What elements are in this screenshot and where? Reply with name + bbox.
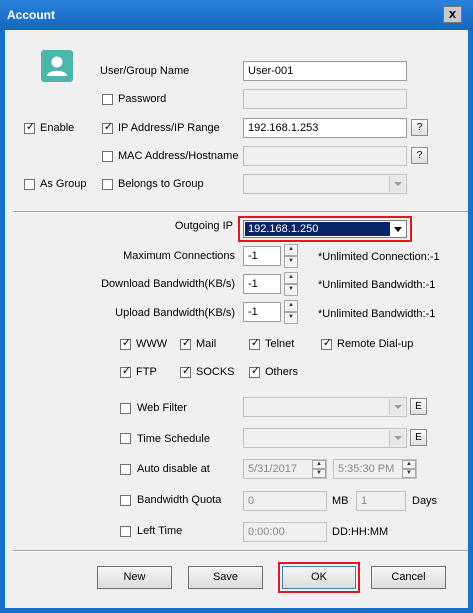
separator	[13, 211, 468, 213]
ip-address-label: IP Address/IP Range	[118, 122, 220, 134]
cancel-button[interactable]: Cancel	[371, 566, 446, 589]
web-filter-checkbox[interactable]	[120, 403, 131, 414]
upload-bandwidth-label: Upload Bandwidth(KB/s)	[115, 307, 235, 319]
enable-checkbox[interactable]: ✓	[24, 121, 35, 134]
save-button[interactable]: Save	[188, 566, 263, 589]
user-group-name-input[interactable]: User-001	[243, 61, 407, 81]
user-icon	[41, 50, 73, 82]
chevron-down-icon	[389, 430, 405, 446]
time-schedule-checkbox[interactable]	[120, 433, 131, 444]
mac-address-label: MAC Address/Hostname	[118, 150, 239, 162]
mb-unit-label: MB	[332, 495, 349, 507]
download-bandwidth-stepper[interactable]: ▲ ▼	[284, 272, 298, 296]
max-connections-stepper[interactable]: ▲ ▼	[284, 244, 298, 268]
account-dialog: Account x User/Group Name User-001 Passw…	[0, 0, 473, 613]
new-button[interactable]: New	[97, 566, 172, 589]
remote-dialup-label: Remote Dial-up	[337, 338, 414, 350]
ftp-checkbox[interactable]: ✓	[120, 365, 131, 378]
mac-address-checkbox[interactable]	[102, 151, 113, 162]
ok-button[interactable]: OK	[282, 566, 356, 589]
password-label: Password	[118, 93, 167, 105]
outgoing-ip-select[interactable]: 192.168.1.250	[243, 220, 407, 238]
password-input[interactable]	[243, 89, 407, 109]
www-checkbox[interactable]: ✓	[120, 337, 131, 350]
chevron-down-icon	[389, 399, 405, 415]
upload-bandwidth-note: *Unlimited Bandwidth:-1	[318, 308, 436, 320]
outgoing-ip-label: Outgoing IP	[174, 220, 233, 232]
auto-disable-date-stepper[interactable]: ▲ ▼	[312, 460, 326, 478]
web-filter-edit-button[interactable]: E	[410, 398, 427, 415]
auto-disable-label: Auto disable at	[137, 463, 210, 475]
left-time-checkbox[interactable]	[120, 526, 131, 537]
days-unit-label: Days	[412, 495, 438, 507]
left-time-input[interactable]: 0:00:00	[243, 522, 327, 542]
mail-label: Mail	[196, 338, 217, 350]
socks-checkbox[interactable]: ✓	[180, 365, 191, 378]
web-filter-label: Web Filter	[137, 402, 187, 414]
close-button[interactable]: x	[443, 6, 462, 23]
telnet-label: Telnet	[265, 338, 295, 350]
group-select[interactable]	[243, 174, 407, 194]
ip-help-button[interactable]: ?	[411, 119, 428, 136]
ip-address-checkbox[interactable]: ✓	[102, 121, 113, 134]
outgoing-ip-value: 192.168.1.250	[245, 222, 390, 236]
socks-label: SOCKS	[196, 366, 235, 378]
bandwidth-quota-checkbox[interactable]	[120, 495, 131, 506]
download-bandwidth-note: *Unlimited Bandwidth:-1	[318, 279, 436, 291]
max-connections-note: *Unlimited Connection:-1	[318, 251, 440, 263]
telnet-checkbox[interactable]: ✓	[249, 337, 260, 350]
mail-checkbox[interactable]: ✓	[180, 337, 191, 350]
auto-disable-checkbox[interactable]	[120, 464, 131, 475]
title-bar[interactable]: Account x	[0, 0, 473, 30]
max-connections-label: Maximum Connections	[123, 250, 235, 262]
upload-bandwidth-stepper[interactable]: ▲ ▼	[284, 300, 298, 324]
bandwidth-quota-label: Bandwidth Quota	[137, 494, 222, 506]
others-label: Others	[265, 366, 299, 378]
dialog-client-area: User/Group Name User-001 Password ✓ Enab…	[5, 30, 468, 608]
user-group-name-label: User/Group Name	[100, 65, 190, 77]
time-schedule-edit-button[interactable]: E	[410, 429, 427, 446]
others-checkbox[interactable]: ✓	[249, 365, 260, 378]
ftp-label: FTP	[136, 366, 157, 378]
ip-address-input[interactable]: 192.168.1.253	[243, 118, 407, 138]
chevron-down-icon	[389, 176, 405, 192]
window-title: Account	[7, 8, 55, 22]
time-schedule-select[interactable]	[243, 428, 407, 448]
www-label: WWW	[136, 338, 168, 350]
password-checkbox[interactable]	[102, 94, 113, 105]
belongs-to-group-checkbox[interactable]	[102, 179, 113, 190]
as-group-label: As Group	[40, 178, 87, 190]
bandwidth-quota-days-input[interactable]: 1	[356, 491, 406, 511]
download-bandwidth-label: Download Bandwidth(KB/s)	[101, 278, 235, 290]
belongs-to-group-label: Belongs to Group	[118, 178, 204, 190]
separator	[13, 550, 468, 552]
max-connections-input[interactable]: -1	[243, 246, 281, 266]
web-filter-select[interactable]	[243, 397, 407, 417]
mac-help-button[interactable]: ?	[411, 147, 428, 164]
as-group-checkbox[interactable]	[24, 179, 35, 190]
download-bandwidth-input[interactable]: -1	[243, 274, 281, 294]
left-time-unit-label: DD:HH:MM	[332, 526, 389, 538]
upload-bandwidth-input[interactable]: -1	[243, 302, 281, 322]
auto-disable-time-stepper[interactable]: ▲ ▼	[402, 460, 416, 478]
mac-address-input[interactable]	[243, 146, 407, 166]
left-time-label: Left Time	[137, 525, 183, 537]
remote-dialup-checkbox[interactable]: ✓	[321, 337, 332, 350]
time-schedule-label: Time Schedule	[137, 433, 210, 445]
chevron-down-icon	[391, 222, 405, 236]
bandwidth-quota-mb-input[interactable]: 0	[243, 491, 327, 511]
enable-label: Enable	[40, 122, 75, 134]
